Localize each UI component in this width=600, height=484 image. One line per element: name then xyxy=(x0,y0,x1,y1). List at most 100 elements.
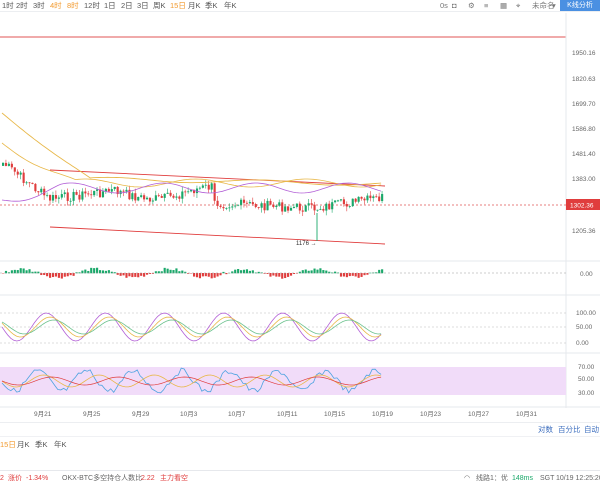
candle-body xyxy=(16,171,19,175)
mini-tf-month[interactable]: 月K xyxy=(17,439,30,450)
candle-body xyxy=(145,197,149,200)
log-scale-button[interactable]: 对数 xyxy=(538,424,553,435)
macd-bar xyxy=(131,273,134,278)
macd-bar xyxy=(245,269,249,274)
candle-body xyxy=(46,194,49,196)
chevron-down-icon[interactable]: ▾ xyxy=(552,1,556,11)
candle-body xyxy=(334,200,337,203)
date-axis-label: 10月7 xyxy=(228,410,246,418)
macd-bar xyxy=(334,271,337,274)
ticker-value: 2.22 xyxy=(141,475,155,482)
candle-body xyxy=(172,195,175,198)
macd-bar xyxy=(84,269,87,274)
ticker-label[interactable]: OKX-BTC多空持仓人数比 xyxy=(62,474,142,483)
macd-bar xyxy=(381,269,384,274)
tf-4h[interactable]: 4时 xyxy=(50,1,62,11)
candle-body xyxy=(19,172,22,175)
macd-bar xyxy=(69,273,72,276)
candle-body xyxy=(331,202,334,210)
candle-body xyxy=(245,202,249,204)
candle-body xyxy=(7,163,11,166)
macd-bar xyxy=(204,273,207,277)
candle-body xyxy=(234,205,237,207)
date-axis-label: 10月3 xyxy=(180,410,198,418)
candle-body xyxy=(25,182,28,184)
tf-2h[interactable]: 2时 xyxy=(16,1,28,11)
candle-body xyxy=(22,172,25,183)
pin-icon[interactable]: ⌖ xyxy=(516,1,520,11)
macd-bar xyxy=(304,269,307,274)
macd-bar xyxy=(207,273,210,277)
date-axis-label: 10月27 xyxy=(468,410,489,418)
tf-year[interactable]: 年K xyxy=(224,1,237,11)
mini-tf-year[interactable]: 年K xyxy=(54,439,67,450)
macd-bar xyxy=(43,273,46,276)
candle-body xyxy=(125,189,128,192)
candle-body xyxy=(28,182,31,184)
macd-bar xyxy=(345,273,348,278)
date-axis-label: 10月31 xyxy=(516,410,537,418)
tf-1d[interactable]: 1日 xyxy=(104,1,116,11)
candle-body xyxy=(213,183,216,201)
mini-tf-15d[interactable]: 15日 xyxy=(0,439,16,450)
macd-bar xyxy=(145,273,149,275)
tf-week[interactable]: 周K xyxy=(153,1,166,11)
macd-bar xyxy=(119,273,122,276)
layout-icon[interactable]: ▦ xyxy=(500,1,507,11)
candle-body xyxy=(37,191,40,193)
candle-body xyxy=(228,207,231,209)
sliders-icon[interactable]: ≡ xyxy=(484,1,488,11)
tf-month[interactable]: 月K xyxy=(188,1,201,11)
tf-quarter[interactable]: 季K xyxy=(205,1,218,11)
mini-tf-quarter[interactable]: 季K xyxy=(35,439,48,450)
candle-body xyxy=(339,199,343,201)
macd-bar xyxy=(301,270,304,274)
axis-controls: 对数 百分比 自动 xyxy=(0,422,600,434)
macd-bar xyxy=(237,269,240,274)
candle-body xyxy=(63,192,66,195)
price-chart[interactable]: 1950.16 1820.63 1699.70 1586.80 1481.40 1383.… xyxy=(0,13,600,421)
candle-body xyxy=(372,196,375,199)
candle-body xyxy=(281,202,284,212)
candle-body xyxy=(143,195,146,200)
candle-body xyxy=(272,204,275,208)
price-axis-label: 1383.00 xyxy=(572,176,596,183)
ticker-signal: 主力看空 xyxy=(160,475,188,482)
channel-upper-line xyxy=(49,169,386,187)
date-axis-label: 10月15 xyxy=(324,410,345,418)
tf-8h[interactable]: 8时 xyxy=(67,1,79,11)
interval-display[interactable]: 0s xyxy=(440,1,448,11)
auto-scale-button[interactable]: 自动 xyxy=(584,424,599,435)
camera-icon[interactable]: ◘ xyxy=(452,1,457,11)
candle-body xyxy=(54,195,58,199)
tf-1h[interactable]: 1时 xyxy=(2,1,14,11)
tf-3h[interactable]: 3时 xyxy=(33,1,45,11)
candle-body xyxy=(169,192,172,196)
tf-3d[interactable]: 3日 xyxy=(137,1,149,11)
candle-body xyxy=(260,203,263,208)
macd-bar xyxy=(195,273,199,278)
candle-body xyxy=(160,195,163,198)
candle-body xyxy=(342,199,345,205)
settings-icon[interactable]: ⚙ xyxy=(468,1,475,11)
chart-area[interactable]: 1950.16 1820.63 1699.70 1586.80 1481.40 1383.… xyxy=(0,13,600,421)
macd-bar xyxy=(72,273,75,276)
macd-bar xyxy=(289,273,293,276)
k-line-analysis-button[interactable]: K线分析 xyxy=(560,0,600,11)
macd-bar xyxy=(213,273,216,278)
macd-bar xyxy=(46,273,49,277)
percent-scale-button[interactable]: 百分比 xyxy=(558,424,581,435)
line-label[interactable]: 线路1：优 xyxy=(476,474,508,483)
macd-bar xyxy=(96,267,99,274)
macd-bar xyxy=(54,273,58,277)
tf-2d[interactable]: 2日 xyxy=(121,1,133,11)
tf-15d[interactable]: 15日 xyxy=(170,1,186,11)
macd-bar xyxy=(116,273,119,275)
macd-bar xyxy=(128,273,131,277)
macd-bar xyxy=(216,273,219,277)
candle-body xyxy=(328,203,331,210)
candle-body xyxy=(336,200,340,202)
tf-12h[interactable]: 12时 xyxy=(84,1,100,11)
candle-body xyxy=(360,196,363,199)
candle-body xyxy=(4,162,8,166)
